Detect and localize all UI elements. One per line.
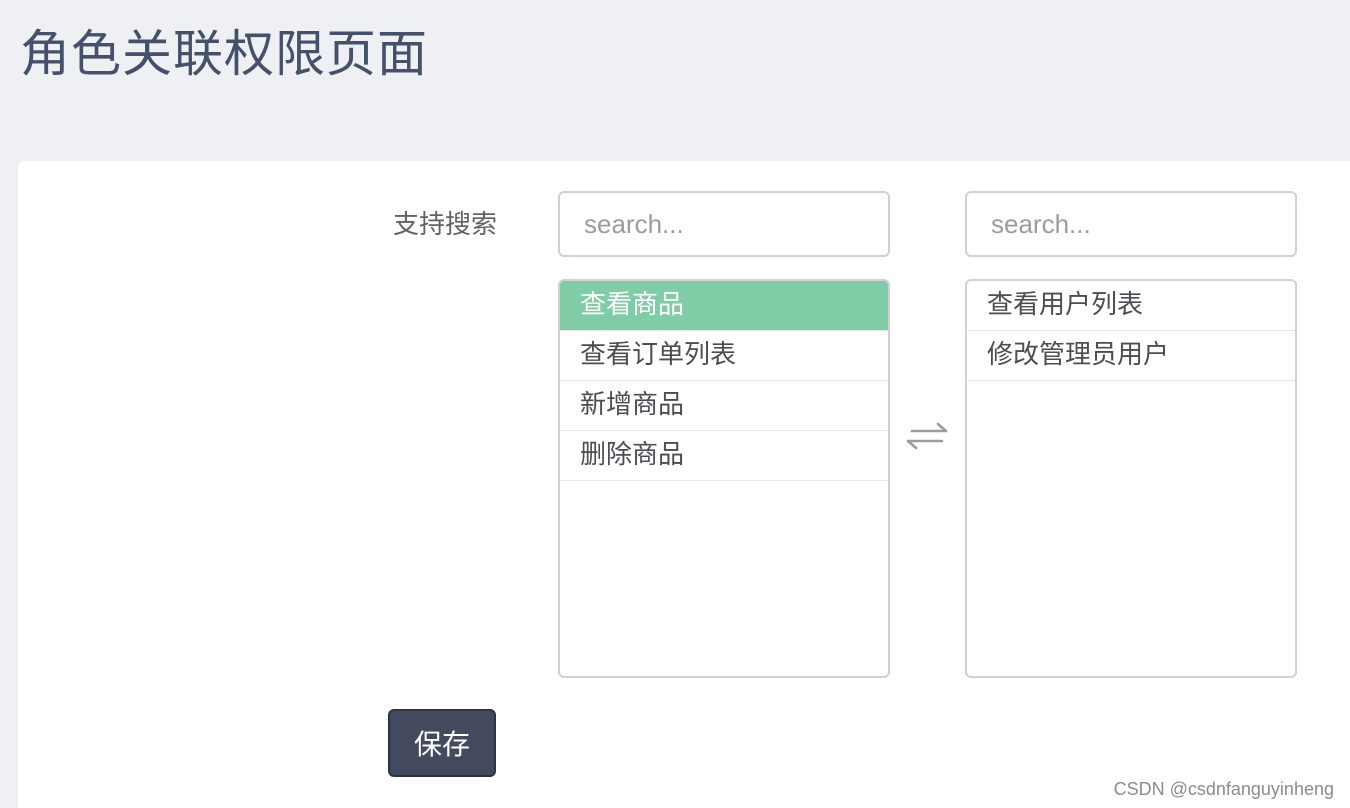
search-label: 支持搜索 <box>392 210 497 240</box>
available-permissions-list: 查看商品 查看订单列表 新增商品 删除商品 <box>558 279 890 678</box>
list-item[interactable]: 删除商品 <box>560 431 888 481</box>
transfer-arrows-icon[interactable] <box>904 419 950 451</box>
save-button[interactable]: 保存 <box>388 709 496 777</box>
right-search-input[interactable] <box>965 191 1297 257</box>
permission-card: 支持搜索 查看商品 查看订单列表 新增商品 删除商品 查看用户列表 修改管理员用… <box>18 161 1350 808</box>
watermark: CSDN @csdnfanguyinheng <box>1113 779 1334 799</box>
page-title: 角色关联权限页面 <box>20 25 428 83</box>
list-item[interactable]: 新增商品 <box>560 381 888 431</box>
list-item[interactable]: 查看订单列表 <box>560 331 888 381</box>
list-item[interactable]: 查看商品 <box>560 281 888 331</box>
left-search-input[interactable] <box>558 191 890 257</box>
list-item[interactable]: 修改管理员用户 <box>967 331 1295 381</box>
assigned-permissions-list: 查看用户列表 修改管理员用户 <box>965 279 1297 678</box>
list-item[interactable]: 查看用户列表 <box>967 281 1295 331</box>
